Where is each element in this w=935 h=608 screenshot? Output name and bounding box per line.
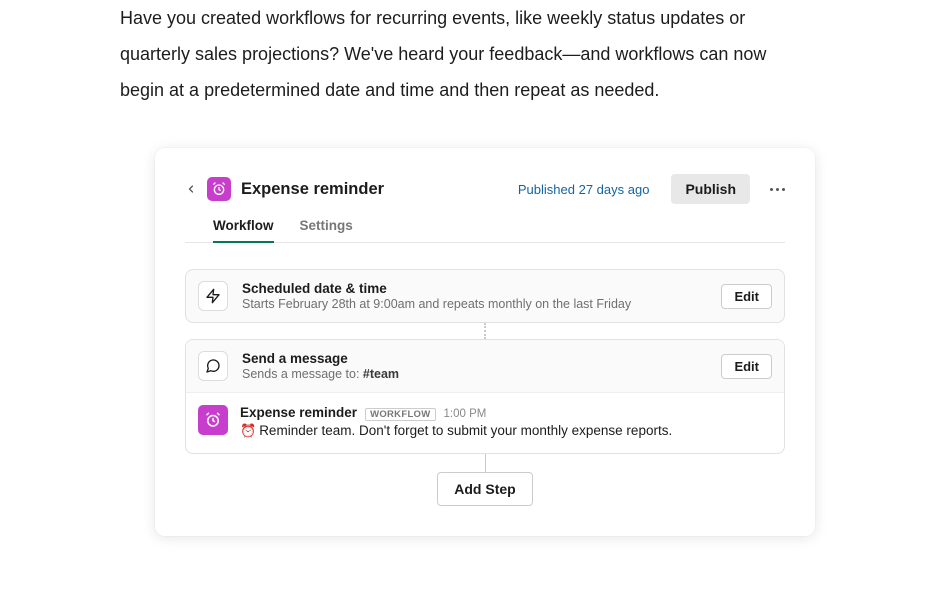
edit-scheduled-button[interactable]: Edit — [721, 284, 772, 309]
publish-button[interactable]: Publish — [671, 174, 750, 204]
card-header: Expense reminder Published 27 days ago P… — [185, 174, 785, 204]
published-time: Published 27 days ago — [518, 182, 650, 197]
step-scheduled-subtitle: Starts February 28th at 9:00am and repea… — [242, 297, 707, 311]
message-body: Reminder team. Don't forget to submit yo… — [259, 423, 672, 438]
connector-dotted — [185, 323, 785, 339]
chat-icon — [198, 351, 228, 381]
step-message-channel: #team — [363, 367, 399, 381]
add-step-button[interactable]: Add Step — [437, 472, 532, 506]
step-scheduled-title: Scheduled date & time — [242, 281, 707, 296]
step-message-title: Send a message — [242, 351, 707, 366]
message-app-icon — [198, 405, 228, 435]
workflow-steps: Scheduled date & time Starts February 28… — [185, 269, 785, 506]
workflow-builder-card: Expense reminder Published 27 days ago P… — [155, 148, 815, 536]
step-scheduled: Scheduled date & time Starts February 28… — [185, 269, 785, 323]
more-actions-icon[interactable] — [770, 188, 785, 191]
bolt-icon — [198, 281, 228, 311]
tab-workflow[interactable]: Workflow — [213, 218, 274, 243]
step-send-message: Send a message Sends a message to: #team… — [185, 339, 785, 454]
workflow-badge: WORKFLOW — [365, 408, 435, 421]
connector-solid — [185, 454, 785, 472]
message-text: ⏰Reminder team. Don't forget to submit y… — [240, 423, 772, 439]
step-message-subtitle: Sends a message to: #team — [242, 367, 707, 381]
message-author: Expense reminder — [240, 405, 357, 420]
back-chevron-icon[interactable] — [185, 183, 197, 195]
message-time: 1:00 PM — [444, 408, 487, 420]
tabs: Workflow Settings — [185, 218, 785, 243]
intro-paragraph: Have you created workflows for recurring… — [0, 0, 935, 108]
step-message-sub-prefix: Sends a message to: — [242, 367, 363, 381]
message-preview: Expense reminder WORKFLOW 1:00 PM ⏰Remin… — [186, 393, 784, 453]
edit-message-button[interactable]: Edit — [721, 354, 772, 379]
workflow-app-icon — [207, 177, 231, 201]
workflow-title: Expense reminder — [241, 180, 384, 199]
tab-settings[interactable]: Settings — [300, 218, 353, 242]
alarm-clock-emoji-icon: ⏰ — [240, 423, 256, 439]
